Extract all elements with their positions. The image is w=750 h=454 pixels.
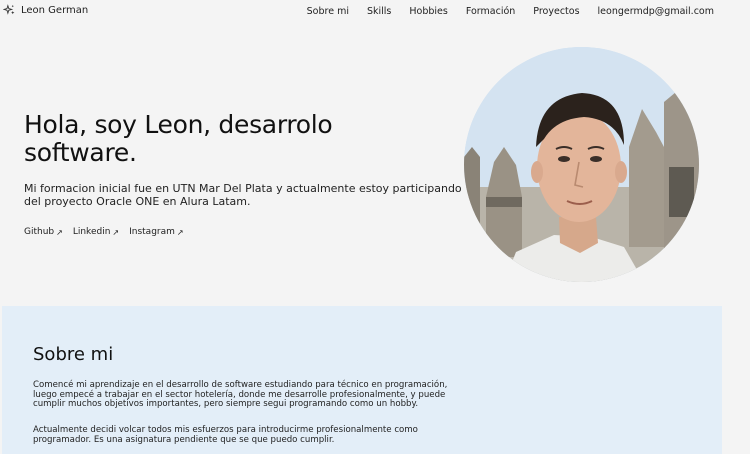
profile-photo-illustration xyxy=(464,47,699,282)
scrollbar-track[interactable] xyxy=(746,0,750,454)
hero-title: Hola, soy Leon, desarrolo software. xyxy=(24,110,333,167)
arrow-up-right-icon: ↗ xyxy=(56,227,63,237)
instagram-link[interactable]: Instagram ↗ xyxy=(129,227,184,237)
github-link-label: Github xyxy=(24,227,55,237)
hero-section: Hola, soy Leon, desarrolo software. Mi f… xyxy=(0,0,750,300)
github-link[interactable]: Github ↗ xyxy=(24,227,63,237)
social-links: Github ↗ Linkedin ↗ Instagram ↗ xyxy=(24,227,184,237)
about-title: Sobre mi xyxy=(33,344,114,365)
arrow-up-right-icon: ↗ xyxy=(176,227,184,237)
about-paragraph-2: Actualmente decidi volcar todos mis esfu… xyxy=(33,425,418,445)
about-section: Sobre mi Comencé mi aprendizaje en el de… xyxy=(2,306,722,454)
about-paragraph-1: Comencé mi aprendizaje en el desarrollo … xyxy=(33,380,448,409)
linkedin-link-label: Linkedin xyxy=(72,227,111,237)
instagram-link-label: Instagram xyxy=(129,227,175,237)
profile-photo xyxy=(464,47,699,282)
linkedin-link[interactable]: Linkedin ↗ xyxy=(73,227,119,237)
arrow-up-right-icon: ↗ xyxy=(112,227,120,237)
hero-description: Mi formacion inicial fue en UTN Mar Del … xyxy=(24,182,462,208)
